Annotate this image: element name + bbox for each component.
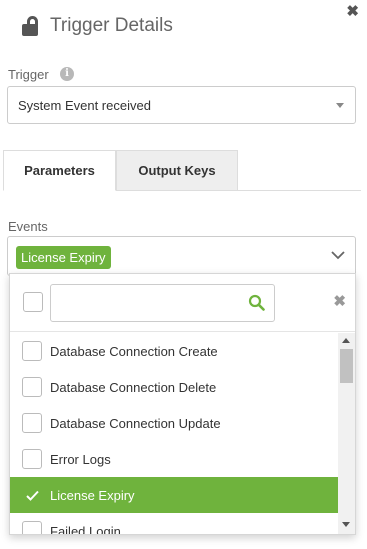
- search-input[interactable]: [51, 285, 241, 319]
- tab-output-keys[interactable]: Output Keys: [116, 150, 238, 191]
- events-label: Events: [8, 219, 48, 234]
- scroll-down-arrow-icon[interactable]: [342, 522, 350, 527]
- option-label: License Expiry: [50, 487, 135, 503]
- list-item[interactable]: Database Connection Delete: [10, 369, 339, 405]
- list-item-selected[interactable]: License Expiry: [10, 477, 339, 513]
- tab-label: Output Keys: [138, 163, 216, 178]
- search-icon[interactable]: [248, 294, 265, 311]
- selected-tag[interactable]: License Expiry: [16, 246, 111, 269]
- list-item[interactable]: Database Connection Update: [10, 405, 339, 441]
- scrollbar-thumb[interactable]: [340, 349, 353, 383]
- option-label: Database Connection Delete: [50, 379, 217, 395]
- scroll-up-arrow-icon[interactable]: [342, 338, 350, 343]
- search-box: [50, 284, 275, 322]
- checkbox[interactable]: [22, 521, 42, 534]
- dropdown-header: ✖: [10, 274, 355, 332]
- option-label: Database Connection Create: [50, 343, 218, 359]
- list-item[interactable]: Error Logs: [10, 441, 339, 477]
- clear-icon[interactable]: ✖: [333, 294, 346, 309]
- tab-label: Parameters: [24, 163, 95, 178]
- option-label: Database Connection Update: [50, 415, 221, 431]
- options-list: Database Connection Create Database Conn…: [10, 333, 339, 535]
- close-icon[interactable]: ✖: [346, 4, 359, 19]
- scrollbar[interactable]: [338, 333, 355, 534]
- checkbox[interactable]: [22, 341, 42, 361]
- checkbox[interactable]: [22, 377, 42, 397]
- panel-header: Trigger Details: [22, 12, 173, 40]
- list-item[interactable]: Failed Login: [10, 513, 339, 535]
- caret-down-icon: [336, 103, 344, 108]
- checkmark-icon[interactable]: [22, 485, 42, 505]
- trigger-select-value: System Event received: [18, 97, 151, 113]
- unlock-icon: [22, 15, 40, 37]
- chevron-down-icon[interactable]: [331, 251, 345, 260]
- tab-bar: Parameters Output Keys: [3, 150, 361, 191]
- events-multiselect[interactable]: License Expiry: [7, 236, 356, 276]
- page-title: Trigger Details: [50, 15, 173, 36]
- trigger-select[interactable]: System Event received: [7, 86, 356, 124]
- checkbox[interactable]: [22, 449, 42, 469]
- info-icon[interactable]: i: [60, 67, 74, 81]
- events-dropdown: ✖ Database Connection Create Database Co…: [9, 273, 356, 535]
- select-all-checkbox[interactable]: [23, 292, 43, 312]
- option-label: Error Logs: [50, 451, 111, 467]
- trigger-label: Trigger: [8, 67, 49, 82]
- checkbox[interactable]: [22, 413, 42, 433]
- list-item[interactable]: Database Connection Create: [10, 333, 339, 369]
- option-label: Failed Login: [50, 523, 121, 535]
- tab-parameters[interactable]: Parameters: [3, 150, 116, 191]
